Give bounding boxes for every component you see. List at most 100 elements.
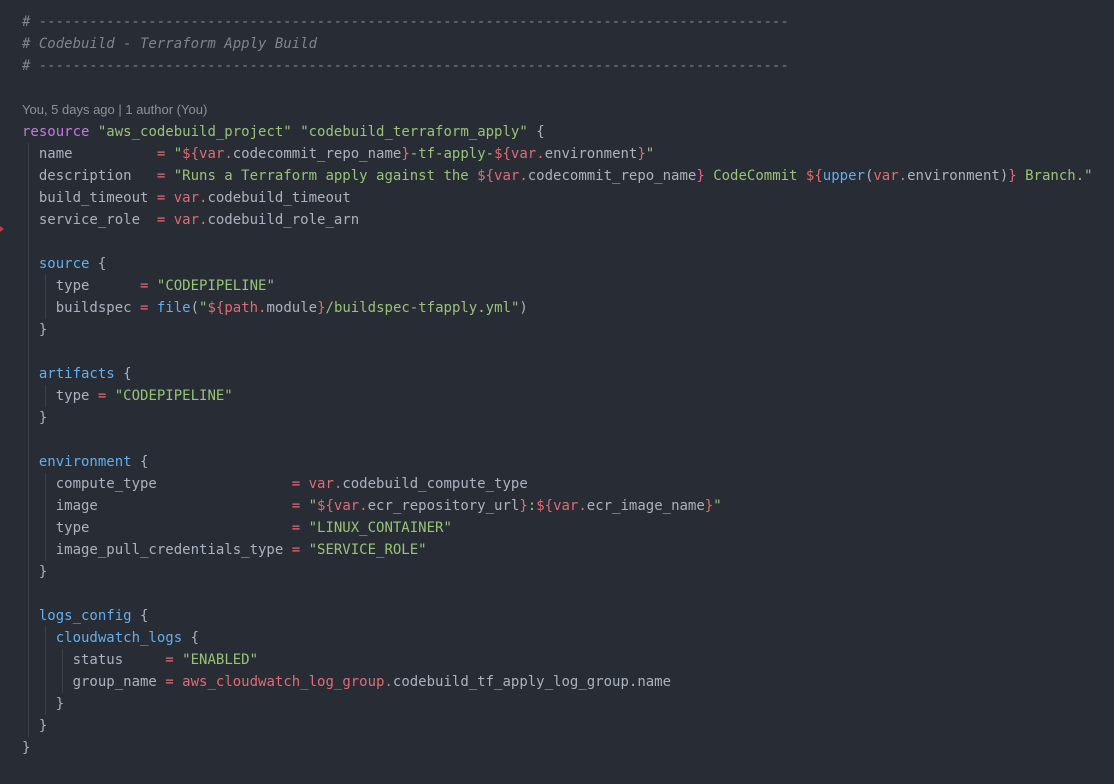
identifier-token: codecommit_repo_name bbox=[527, 168, 697, 184]
code-line[interactable]: source { bbox=[22, 253, 1093, 275]
code-line[interactable]: buildspec = file("${path.module}/buildsp… bbox=[22, 297, 1093, 319]
code-line[interactable]: } bbox=[22, 319, 1093, 341]
interpolation-token: ${ bbox=[536, 498, 554, 514]
code-line[interactable]: compute_type = var.codebuild_compute_typ… bbox=[22, 473, 1093, 495]
block-name-token: artifacts bbox=[38, 366, 115, 382]
string-token: " bbox=[308, 498, 318, 514]
comment-token: # --------------------------------------… bbox=[22, 14, 790, 30]
identifier-token bbox=[300, 520, 308, 536]
attribute-token: image_pull_credentials_type bbox=[22, 542, 292, 558]
operator-token: = bbox=[291, 542, 301, 558]
code-line[interactable]: image = "${var.ecr_repository_url}:${var… bbox=[22, 495, 1093, 517]
punctuation-token: } bbox=[22, 564, 48, 580]
code-line[interactable]: resource "aws_codebuild_project" "codebu… bbox=[22, 121, 1093, 143]
operator-token: = bbox=[291, 476, 301, 492]
code-line[interactable]: image_pull_credentials_type = "SERVICE_R… bbox=[22, 539, 1093, 561]
string-token: CodeCommit bbox=[704, 168, 806, 184]
punctuation-token: { bbox=[114, 366, 132, 382]
code-line[interactable] bbox=[22, 341, 1093, 363]
punctuation-token: { bbox=[89, 256, 107, 272]
string-token: " bbox=[713, 498, 722, 514]
punctuation-token: { bbox=[182, 630, 200, 646]
identifier-token: codebuild_timeout bbox=[207, 190, 351, 206]
code-line[interactable]: logs_config { bbox=[22, 605, 1093, 627]
code-line[interactable]: } bbox=[22, 715, 1093, 737]
identifier-token bbox=[174, 674, 182, 690]
interpolation-token: } bbox=[696, 168, 705, 184]
punctuation-token: } bbox=[22, 718, 48, 734]
code-line[interactable]: artifacts { bbox=[22, 363, 1093, 385]
interpolation-token: } bbox=[704, 498, 714, 514]
identifier-token bbox=[148, 278, 156, 294]
string-token: : bbox=[527, 498, 537, 514]
operator-token: = bbox=[165, 674, 174, 690]
git-blame-annotation[interactable]: You, 5 days ago | 1 author (You) bbox=[22, 102, 207, 117]
string-token: /buildspec-tfapply.yml" bbox=[325, 300, 520, 316]
code-line[interactable] bbox=[22, 231, 1093, 253]
interpolation-token: ${ bbox=[182, 146, 200, 162]
identifier-token bbox=[22, 256, 39, 272]
code-line[interactable]: # --------------------------------------… bbox=[22, 11, 1093, 33]
attribute-token: buildspec bbox=[22, 300, 141, 316]
code-editor[interactable]: # --------------------------------------… bbox=[0, 0, 1114, 784]
code-line[interactable]: service_role = var.codebuild_role_arn bbox=[22, 209, 1093, 231]
code-line[interactable]: } bbox=[22, 407, 1093, 429]
code-line[interactable]: You, 5 days ago | 1 author (You) bbox=[22, 99, 1093, 121]
identifier-token: environment bbox=[907, 168, 1000, 184]
identifier-token bbox=[165, 190, 173, 206]
code-line[interactable]: group_name = aws_cloudwatch_log_group.co… bbox=[22, 671, 1093, 693]
interpolation-token: } bbox=[401, 146, 410, 162]
attribute-token: service_role bbox=[22, 212, 157, 228]
string-token: Branch." bbox=[1016, 168, 1093, 184]
code-line[interactable]: # Codebuild - Terraform Apply Build bbox=[22, 33, 1093, 55]
function-token: upper bbox=[822, 168, 865, 184]
punctuation-token: ) bbox=[519, 300, 528, 316]
punctuation-token: { bbox=[131, 454, 149, 470]
code-line[interactable] bbox=[22, 429, 1093, 451]
identifier-token bbox=[148, 300, 156, 316]
string-token: " bbox=[173, 146, 183, 162]
attribute-token: type bbox=[22, 388, 98, 404]
code-line[interactable]: } bbox=[22, 737, 1093, 759]
string-token: "CODEPIPELINE" bbox=[114, 388, 233, 404]
string-token: "SERVICE_ROLE" bbox=[308, 542, 427, 558]
identifier-token bbox=[165, 212, 173, 228]
code-line[interactable]: name = "${var.codecommit_repo_name}-tf-a… bbox=[22, 143, 1093, 165]
attribute-token: group_name bbox=[22, 674, 166, 690]
code-line[interactable]: status = "ENABLED" bbox=[22, 649, 1093, 671]
string-token: " bbox=[645, 146, 655, 162]
code-line[interactable]: build_timeout = var.codebuild_timeout bbox=[22, 187, 1093, 209]
variable-token: var. bbox=[510, 146, 545, 162]
code-line[interactable]: # --------------------------------------… bbox=[22, 55, 1093, 77]
code-line[interactable] bbox=[22, 77, 1093, 99]
code-area[interactable]: # --------------------------------------… bbox=[22, 11, 1093, 759]
punctuation-token: ( bbox=[190, 300, 200, 316]
attribute-token: compute_type bbox=[22, 476, 292, 492]
variable-token: var. bbox=[873, 168, 908, 184]
code-line[interactable]: description = "Runs a Terraform apply ag… bbox=[22, 165, 1093, 187]
string-token: "LINUX_CONTAINER" bbox=[308, 520, 452, 536]
identifier-token bbox=[292, 124, 300, 140]
code-line[interactable]: cloudwatch_logs { bbox=[22, 627, 1093, 649]
interpolation-token: ${ bbox=[494, 146, 511, 162]
punctuation-token: } bbox=[22, 322, 48, 338]
code-line[interactable] bbox=[22, 583, 1093, 605]
code-line[interactable]: type = "LINUX_CONTAINER" bbox=[22, 517, 1093, 539]
attribute-token: image bbox=[22, 498, 292, 514]
identifier-token bbox=[106, 388, 114, 404]
punctuation-token: { bbox=[131, 608, 149, 624]
identifier-token: ecr_image_name bbox=[586, 498, 705, 514]
identifier-token bbox=[300, 498, 308, 514]
code-line[interactable]: } bbox=[22, 693, 1093, 715]
code-line[interactable]: type = "CODEPIPELINE" bbox=[22, 385, 1093, 407]
identifier-token: ecr_repository_url bbox=[367, 498, 520, 514]
code-line[interactable]: } bbox=[22, 561, 1093, 583]
interpolation-token: ${ bbox=[317, 498, 334, 514]
code-line[interactable]: type = "CODEPIPELINE" bbox=[22, 275, 1093, 297]
variable-token: var. bbox=[553, 498, 587, 514]
interpolation-token: ${ bbox=[477, 168, 495, 184]
code-line[interactable]: environment { bbox=[22, 451, 1093, 473]
interpolation-token: ${ bbox=[207, 300, 225, 316]
comment-token: # Codebuild - Terraform Apply Build bbox=[22, 36, 318, 52]
identifier-token bbox=[165, 168, 173, 184]
